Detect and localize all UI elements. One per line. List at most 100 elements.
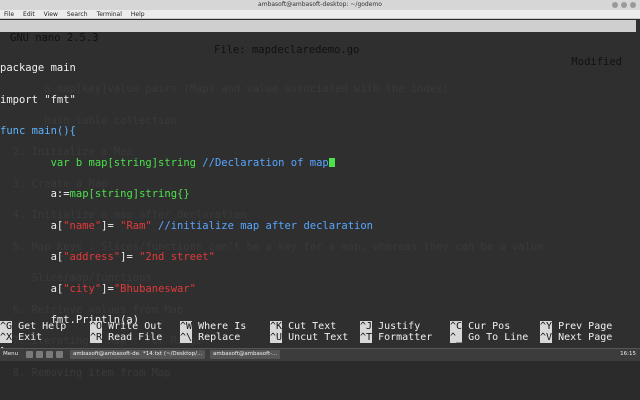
code-line: a["city"]="Bhubaneswar" [0, 282, 373, 295]
menu-view[interactable]: View [44, 10, 58, 18]
code-string: "2nd street" [139, 251, 215, 263]
code-text: import "fmt" [0, 93, 76, 106]
window-titlebar: ambasoft@ambasoft-desktop: ~/godemo [0, 0, 640, 10]
code-line: package main [0, 63, 373, 74]
menu-help[interactable]: Help [131, 10, 145, 18]
clock: 16:15 [620, 351, 636, 357]
code-text: package main [0, 62, 76, 74]
menu-terminal[interactable]: Terminal [97, 10, 122, 18]
shortcut-read-file[interactable]: ^R Read File [90, 332, 163, 344]
code-string: "name" [63, 219, 102, 232]
start-menu-button[interactable]: Menu [3, 351, 18, 357]
shortcut-key: ^X [0, 332, 13, 343]
shortcut-label: Formatter [372, 332, 433, 343]
shortcut-key: ^J [360, 321, 373, 332]
nano-status: Modified [571, 56, 622, 68]
code-text: ]= [101, 282, 114, 295]
shortcut-key: ^R [90, 332, 103, 343]
shortcut-key: ^K [270, 321, 283, 332]
code-text: func main(){ [0, 125, 76, 137]
app-launcher-icon[interactable] [36, 351, 43, 358]
code-string: "address" [63, 251, 121, 263]
code-text: a[ [0, 219, 64, 232]
shortcut-key: ^W [180, 321, 193, 332]
taskbar-item-terminal[interactable]: ambasoft@ambasoft-de... [70, 350, 148, 359]
menu-file[interactable]: File [4, 10, 14, 18]
shortcut-key: ^O [90, 321, 103, 332]
shortcut-exit[interactable]: ^X Exit [0, 332, 43, 344]
shortcut-label: Cur Pos [462, 321, 511, 332]
shortcut-key: ^T [360, 332, 373, 343]
desktop-taskbar: Menu ambasoft@ambasoft-de... *14.txt (~/… [0, 348, 640, 361]
code-line: a["address"]= "2nd street" [0, 252, 373, 263]
text-cursor [328, 157, 335, 167]
shortcut-key: ^_ [450, 332, 463, 343]
code-string: "city" [63, 282, 102, 295]
code-text: ]= [120, 251, 140, 263]
nano-header: GNU nano 2.5.3 File: mapdeclaredemo.go M… [0, 20, 636, 68]
shortcut-where-is[interactable]: ^W Where Is [180, 321, 247, 333]
close-button[interactable] [630, 2, 636, 8]
shortcut-label: Get Help [12, 321, 67, 332]
shortcut-key: ^Y [540, 321, 553, 332]
window-controls [612, 2, 636, 8]
shortcut-justify[interactable]: ^J Justify [360, 321, 421, 333]
shortcut-key: ^U [270, 332, 283, 343]
menu-edit[interactable]: Edit [23, 10, 35, 18]
shortcut-row: ^X Exit ^R Read File ^\ Replace ^U Uncut… [0, 332, 640, 344]
code-line: a:=map[string]string{} [0, 189, 373, 200]
shortcut-formatter[interactable]: ^T Formatter [360, 332, 433, 344]
code-string: "Ram" [120, 219, 152, 232]
shortcut-label: Replace [192, 332, 241, 343]
terminal-menubar: File Edit View Search Terminal Help [0, 10, 640, 19]
shortcut-label: Prev Page [552, 321, 613, 332]
code-text: a[ [0, 251, 64, 263]
code-line: a["name"]= "Ram" //initialize map after … [0, 219, 373, 232]
quick-launch [26, 351, 63, 358]
code-comment: //Declaration of map [202, 156, 329, 169]
shortcut-key: ^V [540, 332, 553, 343]
shortcut-cut-text[interactable]: ^K Cut Text [270, 321, 337, 333]
shortcut-label: Cut Text [282, 321, 337, 332]
shortcut-label: Justify [372, 321, 421, 332]
shortcut-key: ^C [450, 321, 463, 332]
taskbar-item-editor[interactable]: *14.txt (~/Desktop/... [140, 350, 206, 359]
shortcut-key: ^\ [180, 332, 193, 343]
shortcut-label: Write Out [102, 321, 163, 332]
code-text: a[ [0, 282, 64, 295]
app-launcher-icon[interactable] [46, 351, 53, 358]
shortcut-get-help[interactable]: ^G Get Help [0, 321, 67, 333]
shortcut-label: Go To Line [462, 332, 529, 343]
code-line: import "fmt" [0, 93, 373, 106]
shortcut-uncut-text[interactable]: ^U Uncut Text [270, 332, 349, 344]
shortcut-next-page[interactable]: ^V Next Page [540, 332, 613, 344]
minimize-button[interactable] [612, 2, 618, 8]
shortcut-cur-pos[interactable]: ^C Cur Pos [450, 321, 511, 333]
code-line: func main(){ [0, 126, 373, 137]
code-line: var b map[string]string //Declaration of… [0, 156, 373, 169]
shortcut-label: Next Page [552, 332, 613, 343]
shortcut-prev-page[interactable]: ^Y Prev Page [540, 321, 613, 333]
shortcut-go-to-line[interactable]: ^_ Go To Line [450, 332, 529, 344]
code-text: ]= [101, 219, 121, 232]
shortcut-write-out[interactable]: ^O Write Out [90, 321, 163, 333]
terminal-area[interactable]: GNU nano 2.5.3 File: mapdeclaredemo.go M… [0, 20, 640, 378]
nano-shortcut-bar: ^G Get Help ^O Write Out ^W Where Is ^K … [0, 321, 640, 344]
shortcut-label: Read File [102, 332, 163, 343]
app-launcher-icon[interactable] [26, 351, 33, 358]
code-comment: //initialize map after declaration [151, 219, 373, 232]
menu-search[interactable]: Search [67, 10, 88, 18]
code-string: "Bhubaneswar" [113, 282, 196, 295]
maximize-button[interactable] [621, 2, 627, 8]
shortcut-label: Uncut Text [282, 332, 349, 343]
shortcut-label: Where Is [192, 321, 247, 332]
code-text: var b map[string]string [0, 156, 203, 169]
shortcut-key: ^G [0, 321, 13, 332]
window-title: ambasoft@ambasoft-desktop: ~/godemo [258, 1, 382, 8]
shortcut-label: Exit [12, 332, 43, 343]
code-text: map[string]string{} [69, 188, 190, 200]
app-launcher-icon[interactable] [56, 351, 63, 358]
code-text: a:= [0, 188, 70, 200]
taskbar-item-terminal-2[interactable]: ambasoft@ambasoft-... [210, 350, 281, 359]
shortcut-replace[interactable]: ^\ Replace [180, 332, 241, 344]
